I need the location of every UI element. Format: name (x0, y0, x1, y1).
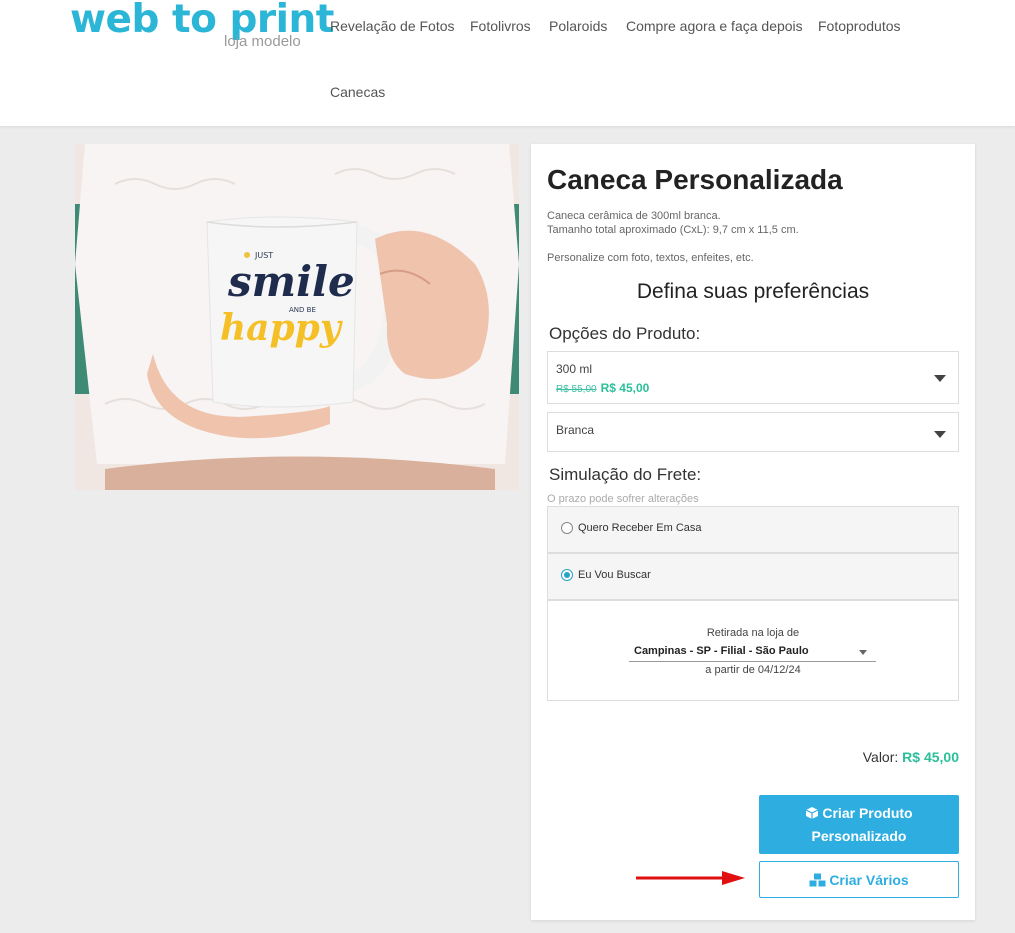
create-many-label: Criar Vários (829, 872, 909, 888)
shipping-note: O prazo pode sofrer alterações (547, 493, 699, 505)
mug-text-smile: smile (227, 257, 355, 306)
create-button-line-1: Criar Produto (822, 805, 913, 821)
color-select-value: Branca (556, 423, 595, 437)
size-price: R$ 55,00 R$ 45,00 (556, 381, 649, 397)
total-label: Valor: (862, 749, 899, 765)
total-price: Valor: R$ 45,00 (863, 748, 959, 766)
pickup-date: a partir de 04/12/24 (705, 664, 801, 676)
mug-text-happy: happy (220, 307, 343, 349)
product-description-line-2: Tamanho total aproximado (CxL): 9,7 cm x… (547, 224, 799, 236)
shipping-option-pickup-label: Eu Vou Buscar (578, 569, 651, 581)
product-title: Caneca Personalizada (547, 164, 843, 195)
shipping-option-pickup[interactable]: Eu Vou Buscar (547, 553, 959, 600)
shipping-simulation-label: Simulação do Frete: (549, 465, 702, 484)
create-many-button[interactable]: Criar Vários (759, 861, 959, 898)
pickup-details: Retirada na loja de Campinas - SP - Fili… (547, 600, 959, 701)
product-description-line-3: Personalize com foto, textos, enfeites, … (547, 252, 754, 264)
nav-revelacao-de-fotos[interactable]: Revelação de Fotos (330, 17, 455, 35)
nav-fotoprodutos[interactable]: Fotoprodutos (818, 17, 901, 35)
product-description-line-1: Caneca cerâmica de 300ml branca. (547, 210, 721, 222)
shipping-option-home[interactable]: Quero Receber Em Casa (547, 506, 959, 553)
product-image: JUST smile AND BE happy (75, 144, 519, 490)
new-price: R$ 45,00 (600, 381, 650, 395)
mug-photo: JUST smile AND BE happy (75, 144, 519, 490)
chevron-down-icon (934, 431, 946, 438)
chevron-down-icon (859, 650, 867, 655)
create-button-line-2: Personalizado (811, 828, 907, 844)
create-custom-product-button[interactable]: Criar Produto Personalizado (759, 795, 959, 854)
old-price: R$ 55,00 (556, 384, 597, 395)
logo-subtitle: loja modelo (224, 33, 301, 50)
shipping-option-home-label: Quero Receber Em Casa (578, 522, 702, 534)
nav-compre-agora[interactable]: Compre agora e faça depois (626, 17, 803, 35)
pickup-intro: Retirada na loja de (706, 627, 800, 639)
store-select[interactable]: Campinas - SP - Filial - São Paulo (629, 643, 876, 662)
nav-canecas[interactable]: Canecas (330, 83, 385, 101)
boxes-icon (809, 873, 826, 891)
site-header: web to print loja modelo Revelação de Fo… (0, 0, 1015, 126)
nav-fotolivros[interactable]: Fotolivros (470, 17, 531, 35)
product-panel: Caneca Personalizada Caneca cerâmica de … (531, 144, 975, 920)
box-icon (805, 806, 819, 824)
nav-polaroids[interactable]: Polaroids (549, 17, 607, 35)
radio-home[interactable] (561, 522, 573, 534)
color-select[interactable]: Branca (547, 412, 959, 452)
preferences-heading: Defina suas preferências (636, 280, 870, 303)
size-select-value: 300 ml (556, 362, 593, 376)
total-value: R$ 45,00 (902, 749, 959, 765)
radio-pickup[interactable] (561, 569, 573, 581)
size-select[interactable]: 300 ml R$ 55,00 R$ 45,00 (547, 351, 959, 404)
arrow-icon (636, 871, 745, 885)
store-select-value: Campinas - SP - Filial - São Paulo (634, 645, 809, 657)
product-options-label: Opções do Produto: (549, 324, 701, 343)
chevron-down-icon (934, 375, 946, 382)
site-logo[interactable]: web to print loja modelo (70, 0, 334, 52)
